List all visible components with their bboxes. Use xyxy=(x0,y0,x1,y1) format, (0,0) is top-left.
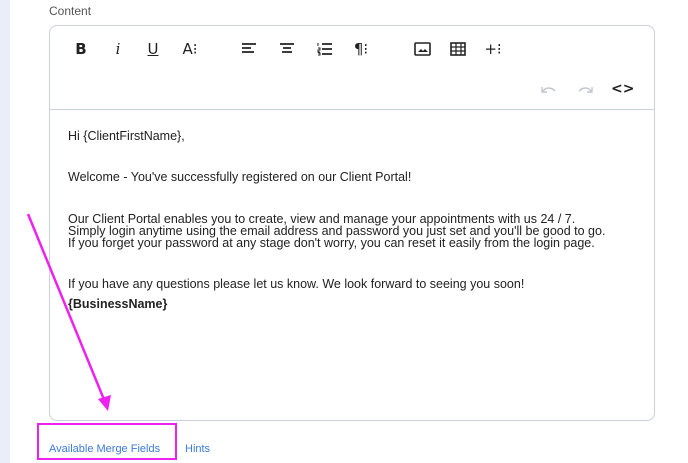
portal-paragraph: Our Client Portal enables you to create,… xyxy=(68,213,636,250)
bold-button[interactable]: B xyxy=(72,39,90,59)
portal-line: If you forget your password at any stage… xyxy=(68,236,595,250)
editor-toolbar: B i U A⁝ ¶⁝ +⁝ <> xyxy=(50,26,654,110)
content-section-label: Content xyxy=(49,4,92,18)
image-icon[interactable] xyxy=(413,39,431,59)
font-size-button[interactable]: A⁝ xyxy=(181,39,199,59)
greeting-line: Hi {ClientFirstName}, xyxy=(68,129,185,143)
align-center-icon[interactable] xyxy=(278,39,296,59)
available-merge-fields-link[interactable]: Available Merge Fields xyxy=(49,443,160,455)
table-icon[interactable] xyxy=(449,39,467,59)
welcome-line: Welcome - You've successfully registered… xyxy=(68,170,412,184)
insert-more-button[interactable]: +⁝ xyxy=(484,39,502,59)
code-view-button[interactable]: <> xyxy=(611,79,634,99)
italic-button[interactable]: i xyxy=(109,39,127,59)
ordered-list-icon[interactable] xyxy=(316,39,334,59)
rich-text-editor[interactable]: B i U A⁝ ¶⁝ +⁝ <> Hi {ClientFirstName}, xyxy=(49,25,655,421)
underline-button[interactable]: U xyxy=(144,39,162,59)
undo-icon[interactable] xyxy=(540,79,558,99)
editor-body[interactable]: Hi {ClientFirstName}, Welcome - You've s… xyxy=(50,110,654,311)
align-left-icon[interactable] xyxy=(240,39,258,59)
redo-icon[interactable] xyxy=(576,79,594,99)
business-name-line: {BusinessName} xyxy=(68,297,168,311)
hints-link[interactable]: Hints xyxy=(185,443,210,455)
questions-line: If you have any questions please let us … xyxy=(68,277,525,291)
paragraph-button[interactable]: ¶⁝ xyxy=(352,39,370,59)
left-panel-edge xyxy=(0,0,10,463)
